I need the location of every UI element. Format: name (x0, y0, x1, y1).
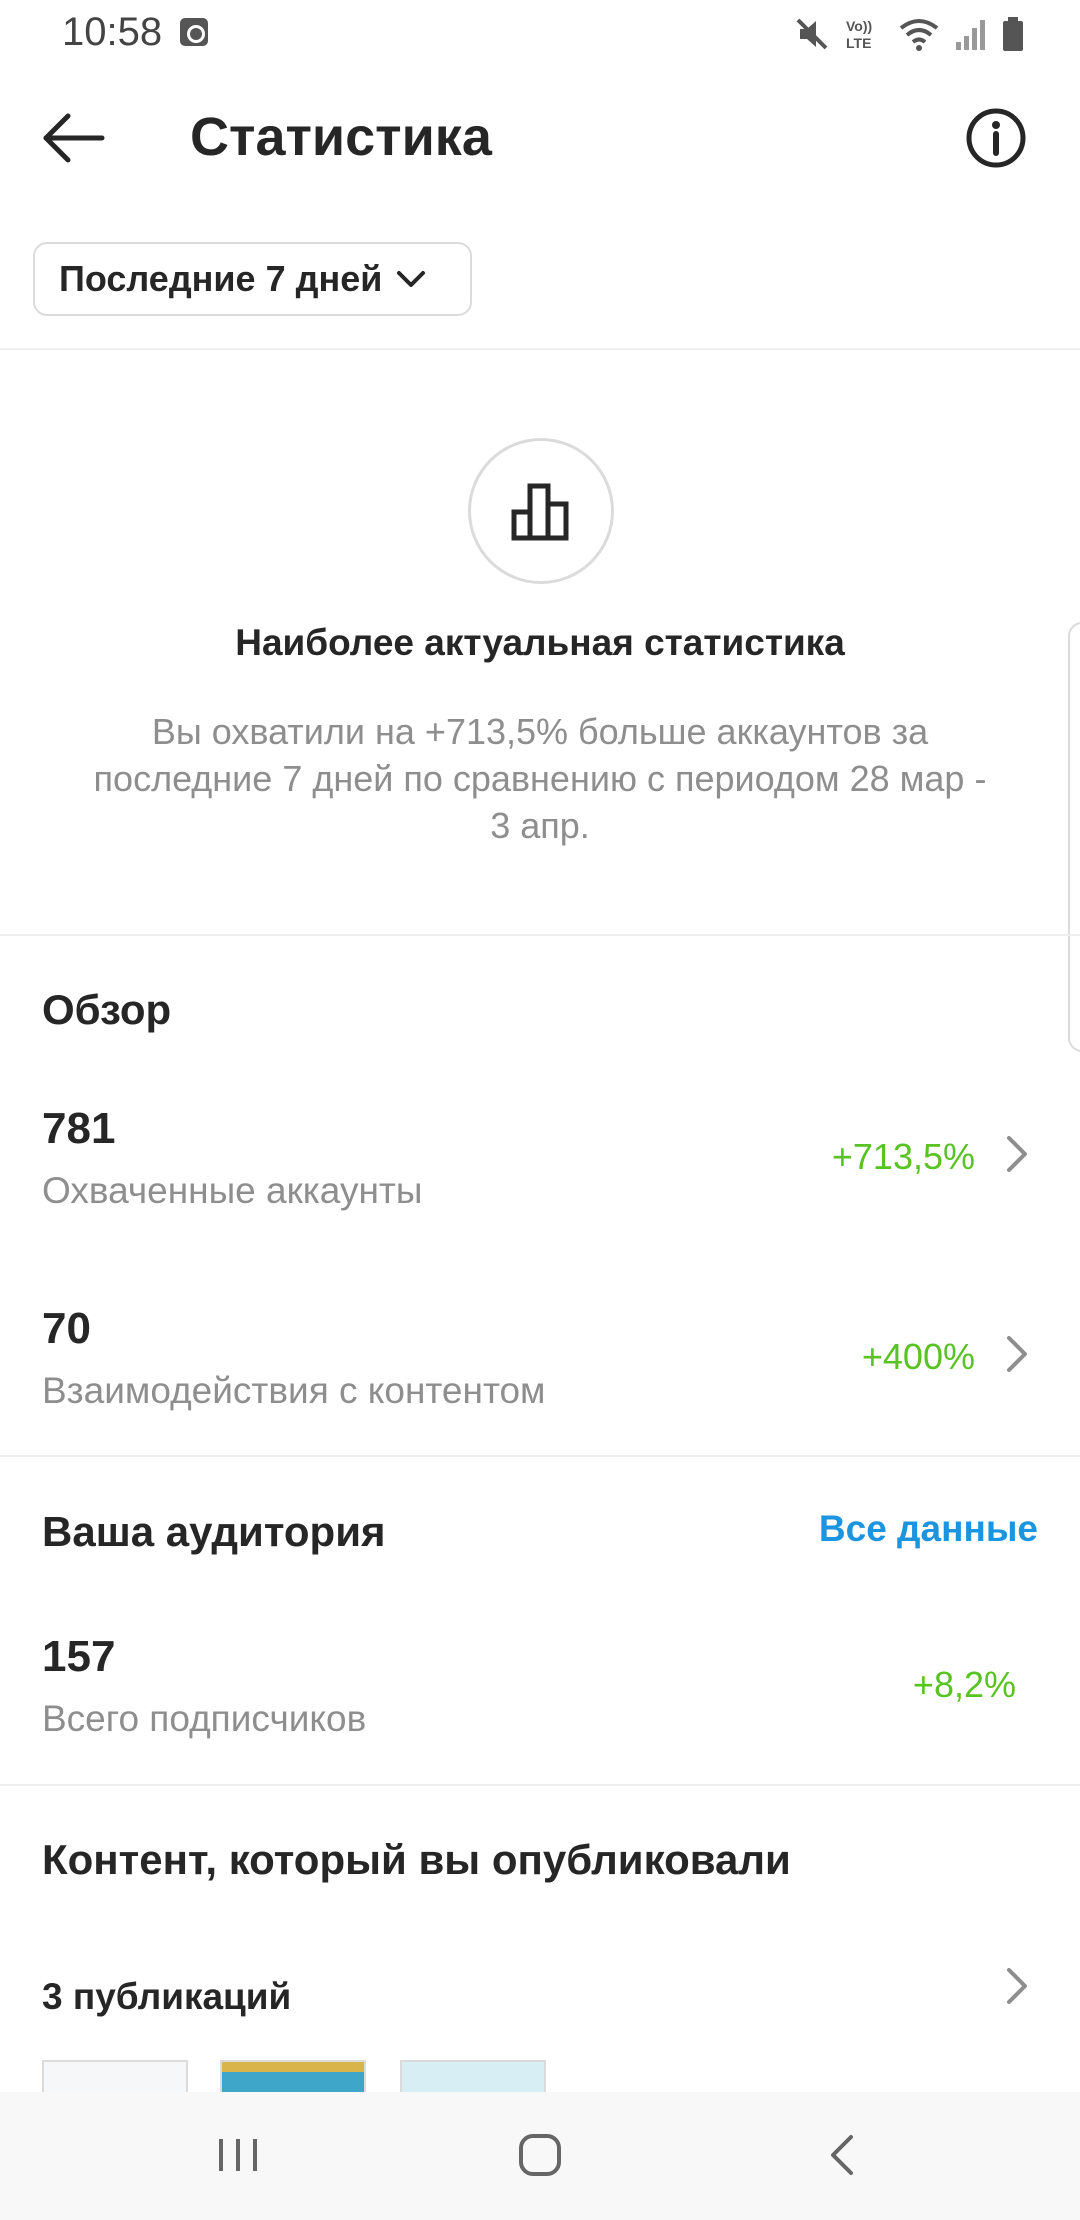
bar-chart-icon (511, 483, 569, 541)
home-button[interactable] (500, 2120, 580, 2190)
battery-icon (1003, 17, 1023, 51)
posts-count: 3 публикаций (42, 1976, 292, 2017)
divider (0, 1455, 1080, 1457)
svg-text:Vo)): Vo)) (846, 18, 872, 34)
content-title: Контент, который вы опубликовали (42, 1836, 791, 1883)
svg-text:LTE: LTE (846, 35, 871, 51)
info-icon[interactable] (964, 106, 1028, 170)
arrow-left-icon[interactable] (38, 108, 108, 168)
highlight-icon-circle (468, 438, 614, 584)
wifi-icon (899, 19, 939, 51)
audience-title: Ваша аудитория (42, 1508, 386, 1555)
status-bar: 10:58 Vo)) LTE (0, 0, 1080, 66)
posts-row[interactable]: 3 публикаций (0, 1950, 1080, 2040)
status-icons: Vo)) LTE (794, 14, 1024, 54)
volte-icon: Vo)) LTE (846, 18, 872, 51)
metric-change: +713,5% (831, 1136, 975, 1177)
overview-title: Обзор (42, 986, 172, 1033)
metric-change: +8,2% (912, 1664, 1016, 1705)
chevron-right-icon (1007, 1968, 1027, 2004)
metric-label: Всего подписчиков (42, 1698, 367, 1739)
chevron-right-icon (1007, 1136, 1027, 1172)
highlight-title: Наиболее актуальная статистика (235, 622, 845, 663)
page-title: Статистика (190, 107, 492, 167)
divider (0, 934, 1080, 936)
period-dropdown[interactable]: Последние 7 дней (33, 242, 472, 316)
see-all-link[interactable]: Все данные (819, 1508, 1038, 1550)
metric-change: +400% (861, 1336, 975, 1377)
metric-row-interactions[interactable]: 70 Взаимодействия с контентом +400% (0, 1286, 1080, 1466)
home-icon (519, 2134, 561, 2176)
metric-row-followers[interactable]: 157 Всего подписчиков +8,2% (0, 1616, 1080, 1746)
status-time: 10:58 (62, 10, 163, 54)
chevron-down-icon (397, 271, 426, 287)
mute-icon (796, 18, 828, 50)
post-thumbnail[interactable] (42, 2060, 188, 2094)
metric-label: Взаимодействия с контентом (42, 1370, 546, 1411)
recent-apps-icon (219, 2139, 257, 2171)
signal-icon (956, 20, 985, 50)
recent-apps-button[interactable] (198, 2120, 278, 2190)
scroll-handle[interactable] (1068, 622, 1080, 1052)
metric-row-reach[interactable]: 781 Охваченные аккаунты +713,5% (0, 1086, 1080, 1266)
metric-label: Охваченные аккаунты (42, 1170, 423, 1211)
back-button[interactable] (802, 2120, 882, 2190)
divider (0, 348, 1080, 350)
header: Статистика (0, 90, 1080, 186)
alarm-icon (180, 18, 208, 46)
highlight-text: Вы охватили на +713,5% больше аккаунтов … (93, 711, 987, 846)
metric-value: 157 (42, 1632, 116, 1681)
post-thumbnail[interactable] (220, 2060, 366, 2094)
period-label: Последние 7 дней (59, 258, 383, 299)
system-nav-bar (0, 2092, 1080, 2220)
metric-value: 781 (42, 1104, 116, 1153)
divider (0, 1784, 1080, 1786)
metric-value: 70 (42, 1304, 91, 1353)
post-thumbnail[interactable] (400, 2060, 546, 2094)
chevron-right-icon (1007, 1336, 1027, 1372)
back-icon (831, 2135, 853, 2175)
